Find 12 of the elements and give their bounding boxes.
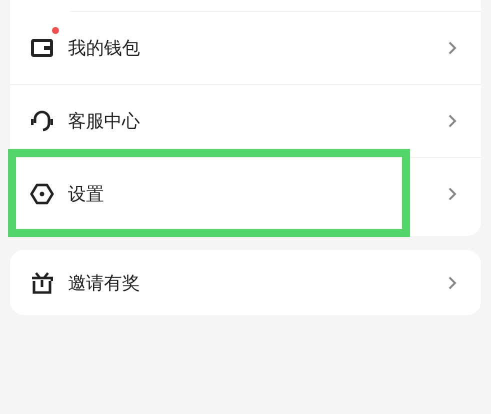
chevron-right-icon [448, 114, 457, 128]
wallet-icon [31, 39, 53, 57]
headset-icon [30, 110, 54, 132]
gift-icon [31, 272, 53, 294]
chevron-right-icon [448, 41, 457, 55]
menu-item-label[interactable]: 我的钱包 [68, 36, 140, 60]
menu-item-label[interactable]: 客服中心 [68, 109, 140, 133]
menu-item-label[interactable]: 设置 [68, 182, 104, 206]
chevron-right-icon [448, 276, 457, 290]
chevron-right-icon [448, 187, 457, 201]
settings-icon [30, 183, 54, 205]
menu-item-label[interactable]: 邀请有奖 [68, 270, 140, 294]
